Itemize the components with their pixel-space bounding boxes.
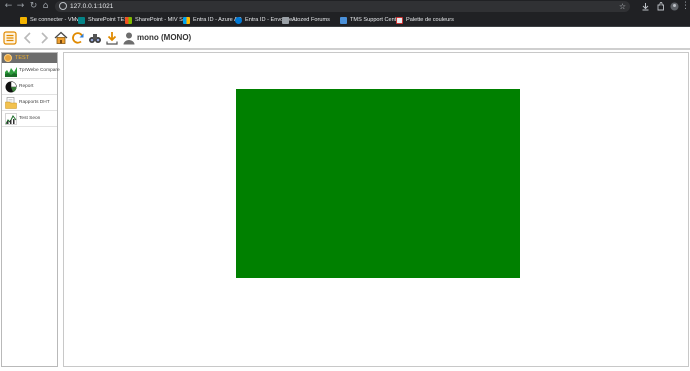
- sharepoint-icon: [78, 16, 85, 24]
- bookmark-label: Se connecter - VMw...: [30, 17, 85, 23]
- bookmark-item[interactable]: SharePoint TEST: [78, 15, 131, 25]
- bookmark-label: Atozed Forums: [292, 17, 330, 23]
- area-chart-icon: [5, 67, 17, 77]
- url-text[interactable]: 127.0.0.1:1021: [70, 1, 113, 12]
- omnibox[interactable]: 127.0.0.1:1021 ☆: [55, 1, 630, 12]
- tms-icon: [340, 16, 347, 24]
- home-icon[interactable]: ⌂: [40, 1, 51, 12]
- sidebar-header-label: TEST: [15, 55, 30, 61]
- menu-dots-icon[interactable]: ⋮: [680, 1, 690, 12]
- bookmark-label: Palette de couleurs: [406, 17, 454, 23]
- bookmark-item[interactable]: Entra ID - Azure AD: [183, 15, 242, 25]
- bookmarks-bar: Se connecter - VMw... SharePoint TEST Sh…: [0, 13, 690, 27]
- back-chevron-icon[interactable]: [21, 31, 35, 45]
- bar-chart-icon: [5, 113, 17, 125]
- bookmark-favicon-icon: [20, 16, 27, 24]
- site-info-icon[interactable]: [59, 2, 67, 10]
- hamburger-menu-icon[interactable]: [3, 31, 17, 45]
- folder-report-icon: [5, 97, 17, 109]
- forum-icon: [282, 16, 289, 24]
- refresh-icon[interactable]: [71, 31, 85, 45]
- back-arrow-icon[interactable]: ←: [3, 1, 14, 12]
- browser-address-bar: ← → ↻ ⌂ 127.0.0.1:1021 ☆ ⋮: [0, 0, 690, 13]
- sidebar-item-test-seon[interactable]: Test Seon: [2, 111, 57, 127]
- bookmark-label: SharePoint - MIV S...: [135, 17, 188, 23]
- sidebar: TEST TprWebe Compare Report Rapports DHT: [1, 52, 60, 367]
- sidebar-item-label: Test Seon: [19, 116, 41, 121]
- binoculars-icon[interactable]: [88, 31, 102, 45]
- palette-icon: [396, 16, 403, 24]
- sidebar-item-tprwebe-compare[interactable]: TprWebe Compare: [2, 63, 60, 79]
- green-panel[interactable]: [236, 89, 520, 278]
- bookmark-label: TMS Support Center: [350, 17, 402, 23]
- sidebar-item-rapports-dht[interactable]: Rapports DHT: [2, 95, 57, 111]
- user-label[interactable]: mono (MONO): [137, 32, 191, 44]
- sidebar-item-label: Rapports DHT: [19, 100, 50, 105]
- bookmark-item[interactable]: Palette de couleurs: [396, 15, 454, 25]
- download-icon[interactable]: [641, 2, 650, 11]
- bookmark-item[interactable]: Se connecter - VMw...: [20, 15, 85, 25]
- bookmark-item[interactable]: SharePoint - MIV S...: [125, 15, 188, 25]
- extensions-icon[interactable]: [656, 2, 665, 11]
- user-avatar-icon[interactable]: [122, 31, 136, 45]
- sidebar-header[interactable]: TEST: [2, 53, 57, 63]
- home-icon[interactable]: [54, 31, 68, 45]
- entra-icon: [235, 16, 242, 24]
- pie-chart-icon: [5, 81, 17, 93]
- sidebar-item-report[interactable]: Report: [2, 79, 57, 95]
- download-icon[interactable]: [105, 31, 119, 45]
- sidebar-item-label: Report: [19, 84, 34, 89]
- bookmark-item[interactable]: Atozed Forums: [282, 15, 330, 25]
- main-content-area: [63, 52, 689, 367]
- reload-icon[interactable]: ↻: [28, 1, 39, 12]
- bookmark-star-icon[interactable]: ☆: [619, 1, 626, 12]
- bookmark-item[interactable]: TMS Support Center: [340, 15, 401, 25]
- forward-chevron-icon[interactable]: [37, 31, 51, 45]
- forward-arrow-icon[interactable]: →: [15, 1, 26, 12]
- folder-circle-icon: [4, 54, 12, 62]
- microsoft-icon: [125, 16, 132, 24]
- app-toolbar: mono (MONO): [0, 28, 690, 50]
- profile-icon[interactable]: [670, 2, 679, 11]
- sidebar-item-label: TprWebe Compare: [19, 68, 60, 73]
- microsoft-icon: [183, 16, 190, 24]
